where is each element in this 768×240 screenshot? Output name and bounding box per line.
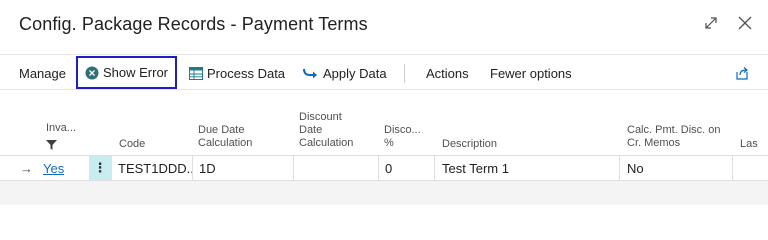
discount-date-cell[interactable]: [299, 156, 377, 180]
action-bar: Manage Show Error Process Data Apply Dat…: [0, 54, 768, 90]
column-header-calc-pmt-disc[interactable]: Calc. Pmt. Disc. on Cr. Memos: [627, 124, 721, 150]
description-cell[interactable]: Test Term 1: [442, 156, 612, 180]
column-header-description[interactable]: Description: [442, 138, 497, 151]
show-error-button[interactable]: Show Error: [76, 56, 177, 89]
header-line: Cr. Memos: [627, 137, 681, 149]
row-arrow-icon: →: [20, 160, 33, 176]
cell-divider: [293, 156, 294, 180]
close-icon[interactable]: [736, 14, 754, 32]
share-icon[interactable]: [734, 65, 750, 86]
header-line: %: [384, 137, 394, 149]
header-line: Date: [299, 124, 323, 136]
process-data-button[interactable]: Process Data: [189, 55, 285, 91]
cell-divider: [619, 156, 620, 180]
row-menu-button[interactable]: ⋮: [89, 156, 111, 180]
apply-data-label: Apply Data: [323, 65, 387, 81]
column-header-due-date-calculation[interactable]: Due Date Calculation: [198, 124, 252, 150]
column-header-discount-date-calculation[interactable]: Discount Date Calculation: [299, 111, 353, 150]
header-line: Disco...: [384, 124, 421, 136]
code-cell[interactable]: TEST1DDD...: [118, 156, 192, 180]
error-x-icon: [85, 66, 99, 80]
process-data-label: Process Data: [207, 65, 286, 81]
cell-divider: [732, 156, 733, 180]
page-title: Config. Package Records - Payment Terms: [19, 14, 368, 34]
header-line: Calc. Pmt. Disc. on: [627, 124, 721, 136]
calc-pmt-cell[interactable]: No: [627, 156, 727, 180]
cell-divider: [111, 156, 112, 180]
header-line: Calculation: [198, 137, 253, 149]
cell-divider: [378, 156, 379, 180]
fewer-options-button[interactable]: Fewer options: [490, 55, 572, 91]
header-line: Due Date: [198, 124, 245, 136]
expand-diagonal-icon[interactable]: [702, 14, 720, 32]
cell-divider: [434, 156, 435, 180]
manage-menu[interactable]: Manage: [19, 55, 66, 91]
show-error-label: Show Error: [102, 65, 169, 80]
page-window: Config. Package Records - Payment Terms …: [0, 0, 768, 205]
table-row[interactable]: → Yes ⋮ TEST1DDD... 1D 0 Test Term 1 No: [0, 155, 768, 181]
column-header-code[interactable]: Code: [119, 138, 145, 151]
actions-menu[interactable]: Actions: [426, 55, 469, 91]
due-date-cell[interactable]: 1D: [199, 156, 289, 180]
grid-empty-area: [0, 181, 768, 205]
filter-icon: [46, 137, 57, 155]
toolbar-divider: [404, 64, 405, 83]
invalid-link[interactable]: Yes: [43, 156, 64, 180]
apply-data-button[interactable]: Apply Data: [303, 55, 387, 91]
apply-arrow-icon: [303, 66, 319, 80]
header-line: Calculation: [299, 137, 354, 149]
column-header-discount-pct[interactable]: Disco... %: [384, 124, 421, 150]
cell-divider: [192, 156, 193, 180]
window-controls: [702, 14, 754, 32]
table-data-icon: [189, 66, 203, 80]
column-header-invalid[interactable]: Inva...: [46, 122, 76, 135]
column-header-last[interactable]: Las: [740, 138, 758, 151]
discount-pct-cell[interactable]: 0: [385, 156, 430, 180]
header-line: Discount: [299, 111, 342, 123]
